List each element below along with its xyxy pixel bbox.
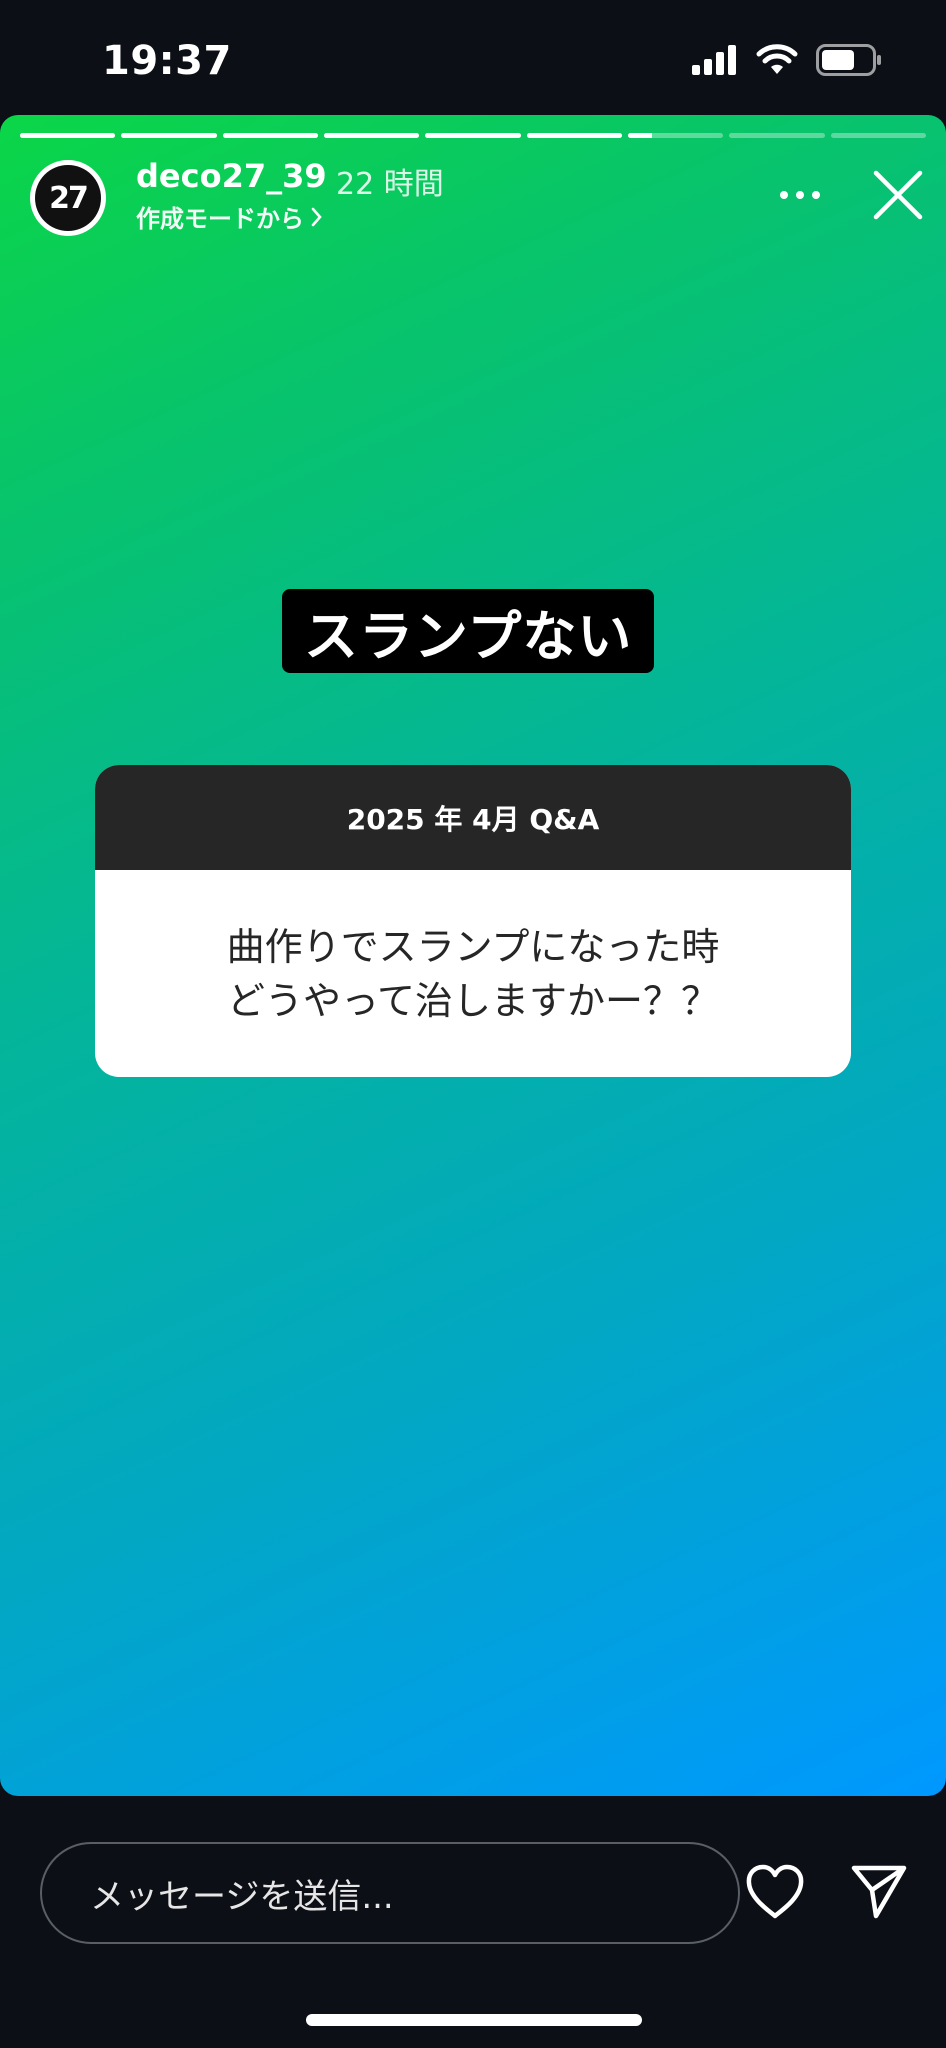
story-progress-segment	[627, 133, 724, 138]
story-progress-segment	[20, 133, 116, 138]
close-icon	[873, 170, 923, 220]
story-progress-bar	[20, 133, 926, 138]
story-username[interactable]: deco27_39	[136, 157, 327, 195]
more-icon	[780, 191, 820, 199]
more-options-button[interactable]	[772, 175, 828, 215]
message-placeholder: メッセージを送信...	[90, 1876, 394, 1917]
avatar[interactable]: 27	[30, 160, 106, 236]
qa-question-line: 曲作りでスランプになった時	[226, 924, 720, 969]
story-progress-segment	[830, 133, 926, 138]
status-bar: 19:37	[0, 0, 946, 115]
battery-icon	[816, 44, 881, 76]
close-button[interactable]	[868, 165, 928, 225]
story-progress-segment	[729, 133, 825, 138]
send-button[interactable]	[850, 1862, 908, 1920]
story-progress-fill	[222, 133, 318, 138]
status-time: 19:37	[102, 38, 232, 84]
story-progress-fill	[323, 133, 420, 138]
qa-header: 2025 年 4月 Q&A	[95, 765, 851, 870]
wifi-icon	[756, 44, 798, 74]
story-progress-segment	[222, 133, 318, 138]
story-progress-fill	[627, 133, 652, 138]
story-progress-fill	[425, 133, 521, 138]
qa-question-line: どうやって治しますかー？？	[226, 978, 720, 1023]
create-mode-link[interactable]: 作成モードから	[136, 199, 324, 234]
home-indicator	[306, 2014, 642, 2026]
story-progress-fill	[121, 133, 217, 138]
signal-icon	[692, 45, 736, 75]
story-progress-fill	[526, 133, 622, 138]
qa-sticker[interactable]: 2025 年 4月 Q&A 曲作りでスランプになった時 どうやって治しますかー？…	[95, 765, 851, 1077]
status-icons	[692, 44, 882, 76]
story-timestamp: 22 時間	[336, 167, 444, 202]
story-progress-fill	[20, 133, 116, 138]
text-sticker: スランプない	[282, 589, 655, 673]
chevron-right-icon	[311, 207, 322, 226]
like-button[interactable]	[744, 1862, 806, 1922]
story-progress-segment	[425, 133, 521, 138]
message-input[interactable]: メッセージを送信...	[40, 1842, 740, 1944]
avatar-logo: 27	[49, 180, 89, 216]
send-icon	[851, 1865, 907, 1919]
create-mode-label: 作成モードから	[136, 205, 304, 233]
qa-question: 曲作りでスランプになった時 どうやって治しますかー？？	[95, 870, 851, 1077]
story-progress-segment	[526, 133, 622, 138]
story-progress-segment	[323, 133, 420, 138]
heart-icon	[746, 1864, 804, 1919]
story-progress-segment	[121, 133, 217, 138]
story-view[interactable]: 27 deco27_39 22 時間 作成モードから スランプない 2025 年…	[0, 115, 946, 1796]
